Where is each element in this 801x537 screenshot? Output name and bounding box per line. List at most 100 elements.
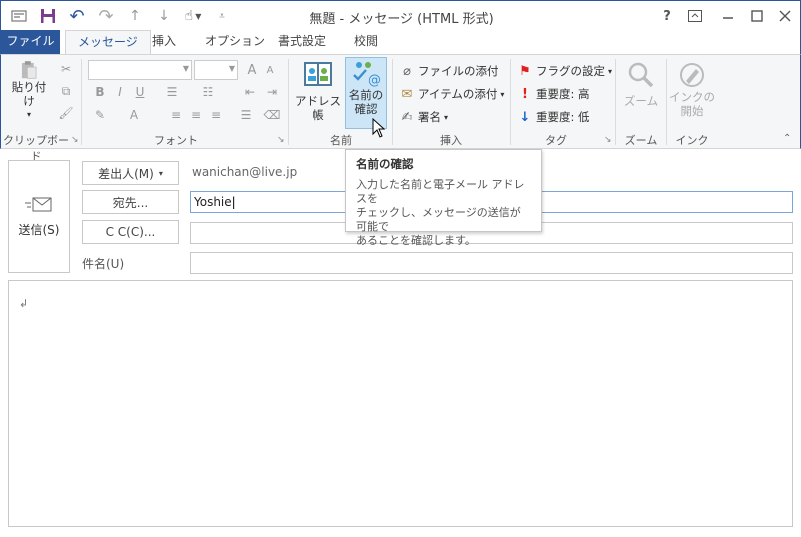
message-body[interactable]: ↲ — [8, 280, 793, 527]
cut-icon[interactable]: ✂ — [57, 60, 75, 78]
paste-button[interactable]: 貼り付け ▾ — [7, 60, 51, 122]
from-button[interactable]: 差出人(M) ▾ — [82, 161, 179, 185]
tab-message[interactable]: メッセージ — [65, 30, 151, 55]
align-left-icon[interactable]: ≡ — [167, 106, 185, 124]
align-right-icon[interactable]: ≡ — [207, 106, 225, 124]
ribbon-tabs: ファイル メッセージ 挿入 オプション 書式設定 校閲 — [0, 30, 801, 55]
tab-options[interactable]: オプション — [193, 30, 277, 54]
separator — [510, 59, 511, 145]
attach-item-button[interactable]: ✉ アイテムの添付 ▾ — [399, 84, 505, 104]
help-button[interactable]: ? — [655, 5, 679, 27]
magnifier-icon — [628, 62, 654, 88]
ink-group-label: インク — [675, 134, 709, 147]
to-button[interactable]: 宛先... — [82, 190, 179, 214]
close-button[interactable] — [773, 5, 797, 27]
signature-label: 署名 — [418, 110, 441, 124]
maximize-button[interactable] — [745, 5, 769, 27]
font-color-icon[interactable]: A — [125, 106, 143, 124]
names-group-label: 名前 — [330, 134, 352, 147]
justify-icon[interactable]: ☰ — [237, 106, 255, 124]
address-book-button[interactable]: アドレス帳 — [293, 60, 343, 122]
underline-button[interactable]: U — [131, 83, 149, 101]
title-bar: ↶ ↷ ↑ ↓ ☝ ▼ ⩡ 無題 - メッセージ (HTML 形式) ? — [0, 0, 801, 30]
send-label: 送信(S) — [18, 223, 60, 237]
bullets-icon[interactable]: ☰ — [163, 83, 181, 101]
start-inking-button[interactable]: インクの 開始 — [669, 60, 715, 126]
address-book-icon — [304, 62, 332, 86]
low-importance-icon: ↓ — [519, 109, 531, 125]
font-name-combo[interactable]: ▼ — [88, 60, 192, 80]
cc-button[interactable]: C C(C)... — [82, 220, 179, 244]
flag-icon: ⚑ — [519, 63, 531, 79]
check-names-label-2: 確認 — [354, 102, 378, 116]
pen-icon — [680, 63, 704, 87]
clipboard-launcher-icon[interactable]: ↘ — [71, 135, 79, 145]
ribbon-display-options-button[interactable] — [683, 5, 707, 27]
increase-indent-icon[interactable]: ⇥ — [263, 83, 281, 101]
tags-launcher-icon[interactable]: ↘ — [604, 135, 612, 145]
mouse-cursor-icon — [372, 117, 386, 141]
subject-label: 件名(U) — [82, 257, 125, 271]
decrease-indent-icon[interactable]: ⇤ — [241, 83, 259, 101]
tooltip-title: 名前の確認 — [356, 157, 414, 171]
attach-file-button[interactable]: ⌀ ファイルの添付 — [399, 61, 499, 81]
separator — [615, 59, 616, 145]
tab-insert[interactable]: 挿入 — [140, 30, 188, 54]
signature-button[interactable]: ✍ 署名 ▾ — [399, 107, 448, 127]
from-value: wanichan@live.jp — [192, 165, 298, 179]
tags-group-label: タグ — [545, 134, 567, 147]
check-names-label-1: 名前の — [348, 88, 384, 102]
attach-item-label: アイテムの添付 — [418, 87, 498, 101]
signature-icon: ✍ — [401, 109, 413, 125]
bold-button[interactable]: B — [91, 83, 109, 101]
separator — [81, 59, 82, 145]
tab-file[interactable]: ファイル — [1, 30, 60, 54]
zoom-button-label: ズーム — [623, 94, 659, 108]
tooltip-line-3: あることを確認します。 — [356, 234, 476, 247]
minimize-button[interactable] — [716, 5, 740, 27]
subject-field[interactable] — [190, 252, 793, 274]
paragraph-mark: ↲ — [19, 297, 29, 310]
ribbon: 貼り付け ▾ ✂ ⧉ 🖌 クリップボード ↘ ▼ ▼ A A B I U ☰ ☷… — [0, 54, 801, 163]
font-size-combo[interactable]: ▼ — [194, 60, 238, 80]
paste-label: 貼り付け — [11, 80, 47, 108]
clear-format-icon[interactable]: ⌫ — [263, 106, 281, 124]
font-group-label: フォント — [154, 134, 198, 147]
tab-format-text[interactable]: 書式設定 — [266, 30, 338, 54]
start-inking-label-2: 開始 — [680, 104, 704, 118]
high-importance-label: 重要度: 高 — [536, 87, 590, 101]
align-center-icon[interactable]: ≡ — [187, 106, 205, 124]
tooltip-line-1: 入力した名前と電子メール アドレスを — [356, 178, 525, 205]
window-title: 無題 - メッセージ (HTML 形式) — [309, 12, 494, 27]
highlight-icon[interactable]: ✎ — [91, 106, 109, 124]
zoom-button[interactable]: ズーム — [620, 60, 662, 122]
check-names-icon: @ — [353, 62, 381, 88]
start-inking-label-1: インクの — [669, 90, 715, 104]
tooltip-line-2: チェックし、メッセージの送信が可能で — [356, 206, 521, 233]
italic-button[interactable]: I — [111, 83, 129, 101]
high-importance-button[interactable]: ! 重要度: 高 — [517, 84, 590, 104]
attach-file-label: ファイルの添付 — [418, 64, 499, 78]
separator — [392, 59, 393, 145]
low-importance-button[interactable]: ↓ 重要度: 低 — [517, 107, 590, 127]
insert-group-label: 挿入 — [440, 134, 462, 147]
check-names-tooltip: 名前の確認 入力した名前と電子メール アドレスを チェックし、メッセージの送信が… — [345, 149, 542, 247]
send-button[interactable]: 送信(S) — [8, 160, 70, 273]
collapse-ribbon-icon[interactable]: ⌃ — [783, 133, 791, 144]
copy-icon[interactable]: ⧉ — [57, 82, 75, 100]
font-launcher-icon[interactable]: ↘ — [277, 135, 285, 145]
address-book-label: アドレス帳 — [295, 94, 341, 122]
grow-font-icon[interactable]: A — [243, 61, 261, 79]
zoom-group-label: ズーム — [624, 134, 658, 147]
shrink-font-icon[interactable]: A — [261, 61, 279, 79]
separator — [288, 59, 289, 145]
svg-text:@: @ — [368, 73, 381, 88]
format-painter-icon[interactable]: 🖌 — [57, 104, 75, 122]
to-field-text: Yoshie — [194, 195, 232, 209]
paste-icon — [21, 61, 37, 79]
paperclip-icon: ⌀ — [403, 63, 411, 79]
numbering-icon[interactable]: ☷ — [199, 83, 217, 101]
tab-review[interactable]: 校閲 — [342, 30, 390, 54]
follow-up-button[interactable]: ⚑ フラグの設定 ▾ — [517, 61, 612, 81]
low-importance-label: 重要度: 低 — [536, 110, 590, 124]
